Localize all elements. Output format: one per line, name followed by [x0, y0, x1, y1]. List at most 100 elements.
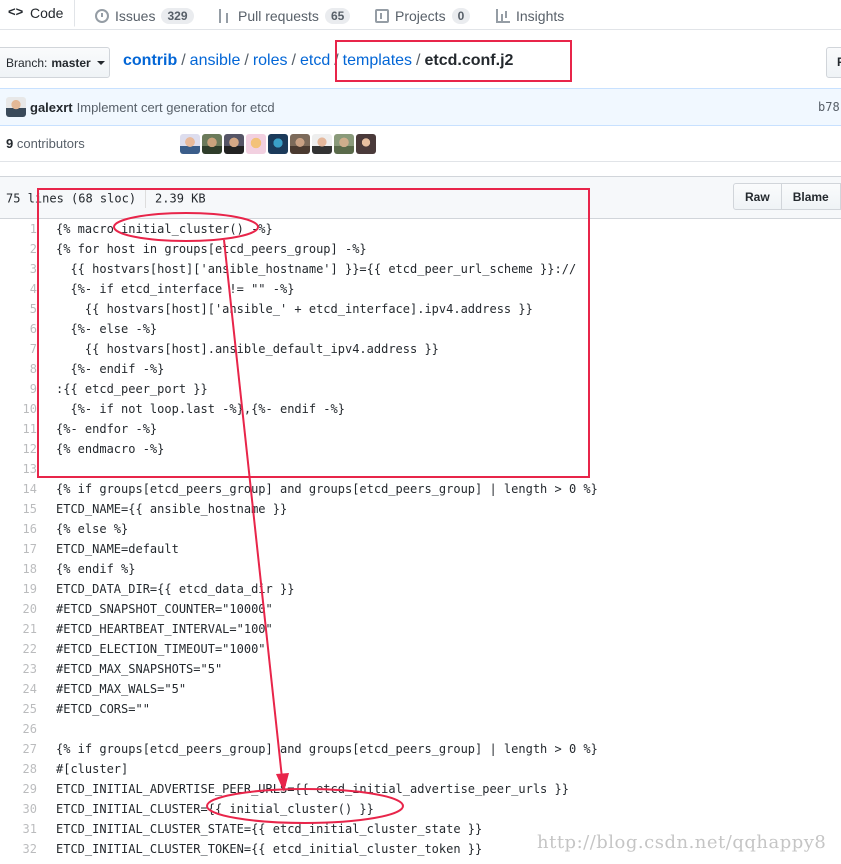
line-number[interactable]: 8: [0, 359, 37, 379]
line-number[interactable]: 21: [0, 619, 37, 639]
commit-sha[interactable]: b78: [818, 100, 840, 114]
line-number[interactable]: 31: [0, 819, 37, 839]
line-number[interactable]: 11: [0, 419, 37, 439]
line-number[interactable]: 15: [0, 499, 37, 519]
line-number[interactable]: 20: [0, 599, 37, 619]
line-content: {% if groups[etcd_peers_group] and group…: [56, 482, 598, 496]
code-line: 30 ETCD_INITIAL_CLUSTER={{ initial_cluste…: [0, 799, 841, 819]
line-content: :{{ etcd_peer_port }}: [56, 382, 208, 396]
avatar[interactable]: [201, 133, 222, 154]
code-view: 1 {% macro initial_cluster() -%} 2 {% for h…: [0, 219, 841, 864]
line-number[interactable]: 2: [0, 239, 37, 259]
avatar[interactable]: [223, 133, 244, 154]
line-content: ETCD_NAME=default: [56, 542, 179, 556]
code-line: 18 {% endif %}: [0, 559, 841, 579]
code-line: 4 {%- if etcd_interface != "" -%}: [0, 279, 841, 299]
line-number[interactable]: 27: [0, 739, 37, 759]
avatar[interactable]: [289, 133, 310, 154]
breadcrumb-link-etcd[interactable]: etcd: [300, 52, 330, 69]
project-icon: [375, 8, 389, 23]
tab-pull-requests[interactable]: Pull requests 65: [218, 0, 351, 31]
breadcrumb-link-ansible[interactable]: ansible: [190, 52, 241, 69]
line-number[interactable]: 1: [0, 219, 37, 239]
line-number[interactable]: 16: [0, 519, 37, 539]
contributors-label[interactable]: 9 contributors: [6, 136, 85, 151]
line-number[interactable]: 23: [0, 659, 37, 679]
line-number[interactable]: 22: [0, 639, 37, 659]
line-number[interactable]: 29: [0, 779, 37, 799]
line-number[interactable]: 30: [0, 799, 37, 819]
tab-insights[interactable]: Insights: [496, 0, 564, 31]
breadcrumb-final-file: etcd.conf.j2: [424, 52, 514, 69]
code-line: 17 ETCD_NAME=default: [0, 539, 841, 559]
avatar[interactable]: [245, 133, 266, 154]
line-number[interactable]: 10: [0, 399, 37, 419]
code-line: 5 {{ hostvars[host]['ansible_' + etcd_in…: [0, 299, 841, 319]
raw-button[interactable]: Raw: [733, 183, 782, 210]
avatar[interactable]: [6, 97, 26, 117]
branch-name: master: [51, 55, 91, 70]
file-actions: Raw Blame: [733, 183, 841, 210]
code-line: 12 {% endmacro -%}: [0, 439, 841, 459]
avatar[interactable]: [355, 133, 376, 154]
find-file-button[interactable]: F: [826, 47, 841, 78]
code-line: 28 #[cluster]: [0, 759, 841, 779]
line-content: {{ hostvars[host].ansible_default_ipv4.a…: [56, 342, 439, 356]
blame-button[interactable]: Blame: [781, 183, 841, 210]
line-content: {%- if etcd_interface != "" -%}: [56, 282, 295, 296]
contributors-bar: 9 contributors: [0, 126, 841, 162]
line-content: #ETCD_CORS="": [56, 702, 150, 716]
branch-select-button[interactable]: Branch: master: [0, 47, 110, 78]
line-number[interactable]: 25: [0, 699, 37, 719]
chevron-down-icon: [96, 60, 105, 65]
line-number[interactable]: 19: [0, 579, 37, 599]
avatar[interactable]: [311, 133, 332, 154]
line-number[interactable]: 5: [0, 299, 37, 319]
commit-author[interactable]: galexrt: [30, 100, 73, 115]
line-number[interactable]: 24: [0, 679, 37, 699]
line-number[interactable]: 9: [0, 379, 37, 399]
breadcrumb-link-contrib[interactable]: contrib: [123, 52, 177, 69]
pull-request-icon: [218, 8, 232, 23]
line-content: {%- if not loop.last -%},{%- endif -%}: [56, 402, 345, 416]
line-content: ETCD_INITIAL_CLUSTER={{ initial_cluster(…: [56, 802, 374, 816]
line-content: ETCD_INITIAL_CLUSTER_STATE={{ etcd_initi…: [56, 822, 483, 836]
code-line: 27 {% if groups[etcd_peers_group] and gro…: [0, 739, 841, 759]
tab-code[interactable]: Code: [0, 0, 75, 27]
breadcrumb-link-roles[interactable]: roles: [253, 52, 288, 69]
line-number[interactable]: 4: [0, 279, 37, 299]
line-content: #ETCD_ELECTION_TIMEOUT="1000": [56, 642, 266, 656]
line-number[interactable]: 26: [0, 719, 37, 739]
line-number[interactable]: 32: [0, 839, 37, 859]
code-line: 15 ETCD_NAME={{ ansible_hostname }}: [0, 499, 841, 519]
code-line: 8 {%- endif -%}: [0, 359, 841, 379]
line-content: {{ hostvars[host]['ansible_' + etcd_inte…: [56, 302, 533, 316]
pull-requests-counter: 65: [324, 7, 351, 24]
line-number[interactable]: 33: [0, 859, 37, 864]
commit-message[interactable]: Implement cert generation for etcd: [77, 100, 275, 115]
code-line: 6 {%- else -%}: [0, 319, 841, 339]
code-line: 24 #ETCD_MAX_WALS="5": [0, 679, 841, 699]
tab-projects[interactable]: Projects 0: [375, 0, 471, 31]
line-number[interactable]: 12: [0, 439, 37, 459]
line-number[interactable]: 7: [0, 339, 37, 359]
line-number[interactable]: 18: [0, 559, 37, 579]
line-number[interactable]: 17: [0, 539, 37, 559]
line-content: #ETCD_DISCOVERY="": [56, 859, 186, 864]
line-number[interactable]: 3: [0, 259, 37, 279]
line-content: #[cluster]: [56, 762, 129, 776]
tab-issues[interactable]: Issues 329: [95, 0, 194, 31]
line-number[interactable]: 28: [0, 759, 37, 779]
code-line: 14 {% if groups[etcd_peers_group] and gro…: [0, 479, 841, 499]
avatar[interactable]: [179, 133, 200, 154]
tab-label: Pull requests: [238, 7, 319, 24]
line-number[interactable]: 13: [0, 459, 37, 479]
breadcrumb-link-templates[interactable]: templates: [343, 52, 412, 69]
avatar[interactable]: [267, 133, 288, 154]
line-number[interactable]: 14: [0, 479, 37, 499]
avatar[interactable]: [333, 133, 354, 154]
line-number[interactable]: 6: [0, 319, 37, 339]
contributor-avatars: [92, 133, 376, 154]
code-line: 9 :{{ etcd_peer_port }}: [0, 379, 841, 399]
code-line: 33 #ETCD_DISCOVERY="": [0, 859, 841, 864]
